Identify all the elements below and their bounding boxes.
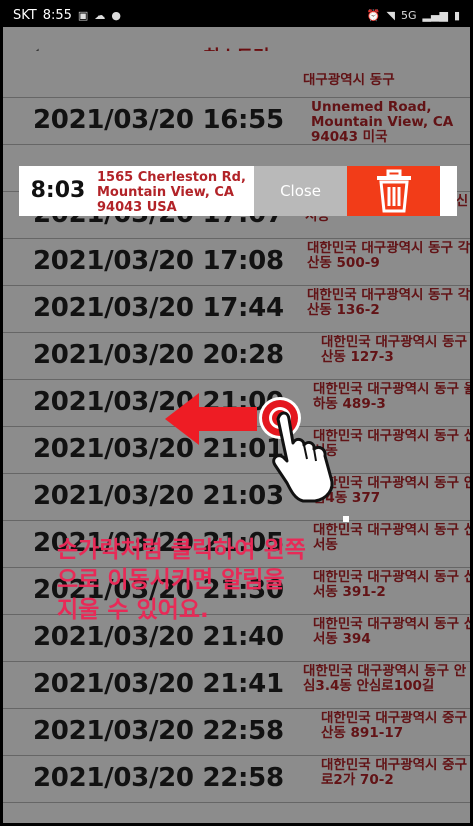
row-address: 대한민국 대구광역시 중구 남산동 891-17 bbox=[321, 711, 473, 741]
delete-button[interactable] bbox=[347, 166, 440, 216]
wifi-icon: ◥ bbox=[386, 8, 396, 22]
alarm-icon: ⏰ bbox=[366, 8, 381, 22]
demo-address: 1565 Cherleston Rd, Mountain View, CA 94… bbox=[97, 170, 246, 215]
indicator-dot bbox=[343, 516, 349, 522]
trash-icon bbox=[376, 169, 411, 213]
demo-time: 8:03 bbox=[30, 178, 86, 203]
row-datetime: 2021/03/20 17:44 bbox=[33, 293, 284, 323]
row-datetime: 2021/03/20 22:58 bbox=[33, 763, 284, 793]
status-bar: SKT 8:55 ▣ ☁ ● ⏰ ◥ 5G ▂▄▆ ▮ bbox=[3, 3, 470, 27]
status-time: 8:55 bbox=[42, 7, 72, 23]
gallery-icon: ▣ bbox=[77, 8, 89, 22]
history-row[interactable]: 대구광역시 동구 bbox=[3, 51, 470, 98]
carrier-label: SKT bbox=[13, 7, 37, 23]
row-address: Unnemed Road, Mountain View, CA 94043 미국 bbox=[311, 100, 454, 144]
history-row[interactable]: 2021/03/20 17:08 대한민국 대구광역시 동구 각산동 500-9 bbox=[3, 239, 470, 286]
battery-icon: ▮ bbox=[453, 8, 460, 22]
swipe-demo-row: 8:03 1565 Cherleston Rd, Mountain View, … bbox=[19, 166, 457, 216]
chat-icon: ● bbox=[111, 8, 121, 22]
cloud-icon: ☁ bbox=[94, 8, 106, 22]
row-datetime: 2021/03/20 16:55 bbox=[33, 105, 284, 135]
instruction-line: 으로 이동시키면 알림을 bbox=[57, 567, 285, 593]
row-datetime: 2021/03/20 22:58 bbox=[33, 716, 284, 746]
row-datetime: 2021/03/20 17:08 bbox=[33, 246, 284, 276]
instruction-text: 손가락처럼 클릭하여 왼쪽 으로 이동시키면 알림을 지울 수 있어요. bbox=[57, 535, 417, 625]
signal-icon: ▂▄▆ bbox=[422, 8, 448, 22]
status-left: SKT 8:55 ▣ ☁ ● bbox=[13, 8, 121, 23]
app-screen: SKT 8:55 ▣ ☁ ● ⏰ ◥ 5G ▂▄▆ ▮ ‹ 히스토리 대구광역시… bbox=[0, 0, 473, 826]
history-row[interactable]: 2021/03/20 20:28 대한민국 대구광역시 동구 각산동 127-3 bbox=[3, 333, 470, 380]
row-address: 대구광역시 동구 bbox=[303, 73, 395, 88]
history-row[interactable]: 2021/03/20 22:58 대한민국 대구광역시 중구 종로2가 70-2 bbox=[3, 756, 470, 803]
history-row[interactable]: 2021/03/20 21:41 대한민국 대구광역시 동구 안심3.4동 안심… bbox=[3, 662, 470, 709]
row-datetime: 2021/03/20 20:28 bbox=[33, 340, 284, 370]
network-label: 5G bbox=[401, 8, 417, 22]
row-datetime: 2021/03/20 21:03 bbox=[33, 481, 284, 511]
close-button[interactable]: Close bbox=[254, 166, 347, 216]
history-row[interactable]: 2021/03/20 22:58 대한민국 대구광역시 중구 남산동 891-1… bbox=[3, 709, 470, 756]
instruction-line: 손가락처럼 클릭하여 왼쪽 bbox=[57, 537, 306, 563]
row-datetime: 2021/03/20 21:41 bbox=[33, 669, 284, 699]
row-address: 대한민국 대구광역시 중구 종로2가 70-2 bbox=[321, 758, 473, 788]
history-row[interactable]: 2021/03/20 16:55 Unnemed Road, Mountain … bbox=[3, 98, 470, 145]
pointing-hand-icon bbox=[259, 397, 334, 503]
status-right: ⏰ ◥ 5G ▂▄▆ ▮ bbox=[367, 9, 460, 22]
row-address: 대한민국 대구광역시 동구 각산동 136-2 bbox=[307, 288, 471, 318]
row-address: 대한민국 대구광역시 동구 각산동 127-3 bbox=[321, 335, 473, 365]
history-row[interactable]: 2021/03/20 17:44 대한민국 대구광역시 동구 각산동 136-2 bbox=[3, 286, 470, 333]
row-datetime: 2021/03/20 21:40 bbox=[33, 622, 284, 652]
left-arrow-icon bbox=[165, 393, 257, 445]
row-address: 대한민국 대구광역시 동구 각산동 500-9 bbox=[307, 241, 471, 271]
instruction-line: 지울 수 있어요. bbox=[57, 597, 209, 623]
history-row[interactable]: 2021/03/20 21:03 대한민국 대구광역시 동구 안심4동 377 bbox=[3, 474, 470, 521]
row-address: 대한민국 대구광역시 동구 안심3.4동 안심로100길 bbox=[303, 664, 467, 694]
